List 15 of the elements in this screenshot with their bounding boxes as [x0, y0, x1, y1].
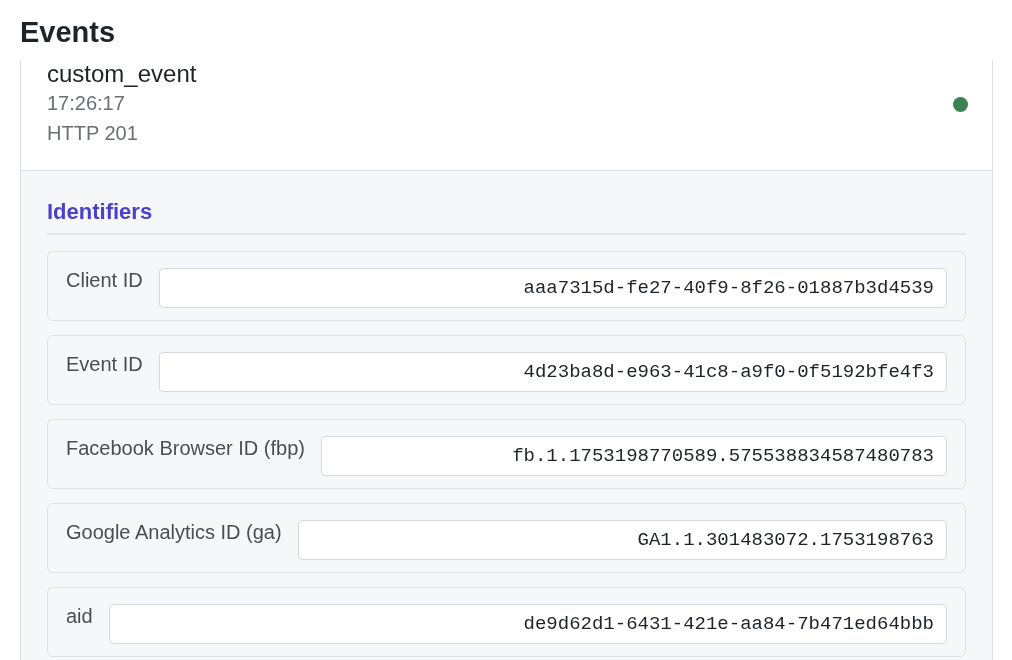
event-name: custom_event — [47, 60, 197, 88]
input-field[interactable]: 4d23ba8d-e963-41c8-a9f0-0f5192bfe4f3 — [158, 352, 947, 392]
event-time: 17:26:17 — [47, 91, 125, 116]
input-field[interactable]: GA1.1.301483072.1753198763 — [297, 520, 947, 560]
field-label: aid — [66, 604, 93, 629]
page-title: Events — [19, 15, 116, 50]
input-field[interactable]: aaa7315d-fe27-40f9-8f26-01887b3d4539 — [158, 268, 947, 308]
event-status: HTTP 201 — [47, 121, 138, 146]
field-label: Event ID — [66, 352, 143, 377]
field-label: Facebook Browser ID (fbp) — [66, 436, 305, 461]
field-label: Google Analytics ID (ga) — [66, 520, 282, 545]
input-field[interactable]: fb.1.1753198770589.575538834587480783 — [321, 436, 947, 476]
field-label: Client ID — [66, 268, 143, 293]
section-title: Identifiers — [47, 199, 153, 224]
input-field[interactable]: de9d62d1-6431-421e-aa84-7b471ed64bbb — [108, 604, 947, 644]
